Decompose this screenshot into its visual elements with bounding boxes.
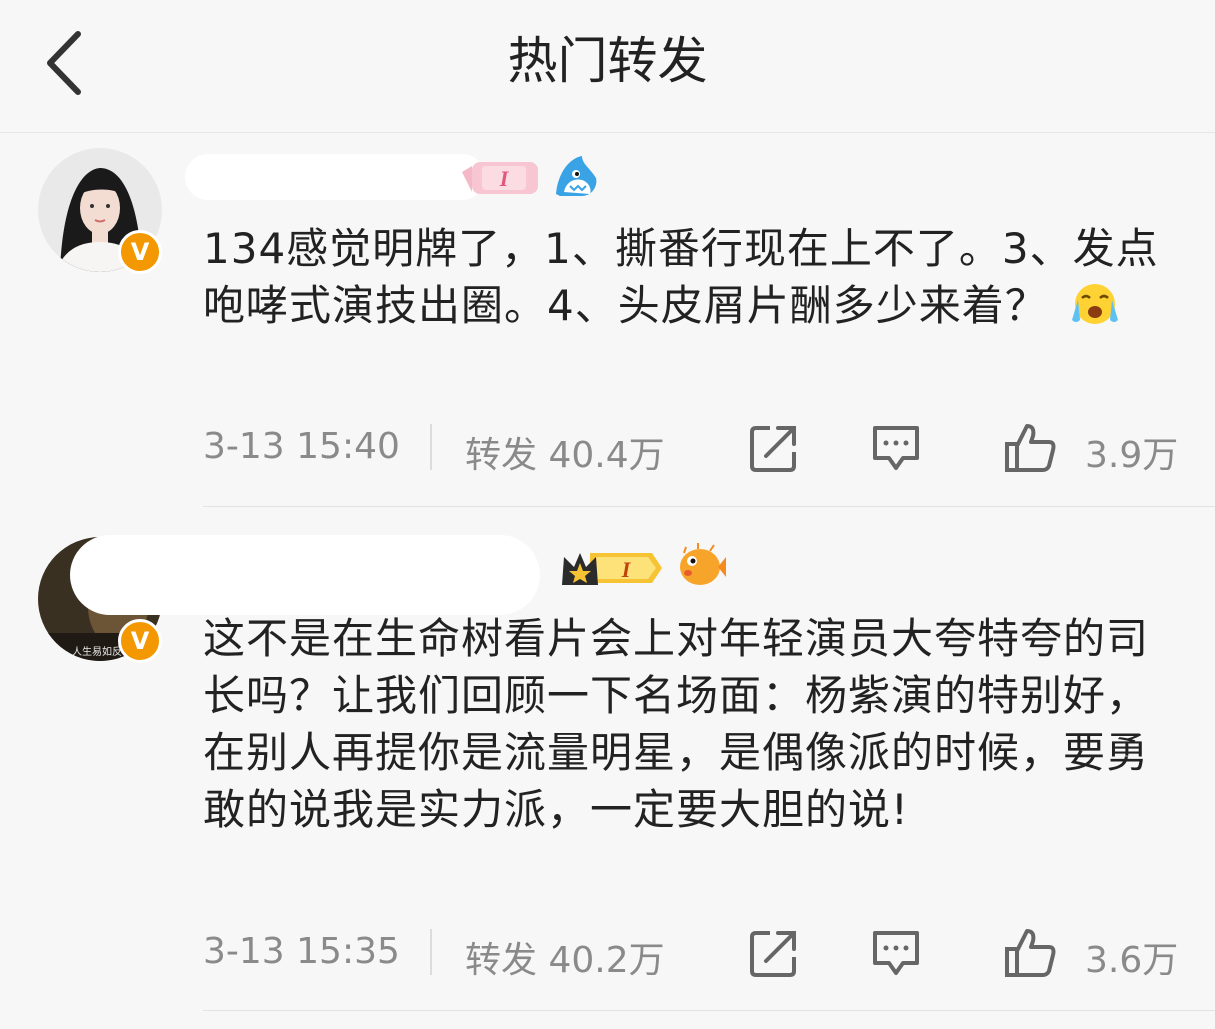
pufferfish-fan-badge-icon	[680, 543, 726, 585]
post-meta-bar: 3-13 15:40 转发 40.4万 3.9万	[203, 418, 1188, 478]
comment-button[interactable]	[869, 927, 923, 979]
repost-count[interactable]: 转发 40.2万	[465, 931, 665, 983]
verified-badge: V	[118, 230, 162, 274]
share-icon	[750, 931, 796, 977]
post-text: 134感觉明牌了，1、撕番行现在上不了。3、发点咆哮式演技出圈。4、头皮屑片酬多…	[203, 224, 1159, 330]
crying-emoji-icon	[1066, 280, 1124, 340]
repost-item: V I 134感觉明牌了，1、撕番行现在上不了。3、发点咆哮式演技出圈。4、头皮…	[0, 132, 1215, 507]
repost-item: 人生易如反 V I 这不是在生命树看片会上对年轻演员大夸特夸的司长吗？让我们回顾…	[0, 507, 1215, 1029]
comment-icon	[873, 931, 919, 975]
share-icon	[750, 426, 796, 472]
avatar-caption: 人生易如反	[72, 645, 122, 658]
thumbs-up-icon	[1005, 424, 1056, 472]
post-content: 134感觉明牌了，1、撕番行现在上不了。3、发点咆哮式演技出圈。4、头皮屑片酬多…	[203, 220, 1178, 340]
like-count: 3.9万	[1085, 435, 1179, 476]
username-redacted[interactable]	[70, 535, 540, 615]
page-title: 热门转发	[507, 32, 708, 90]
like-button[interactable]	[1003, 420, 1059, 476]
divider	[430, 929, 432, 975]
member-level-badge-icon: I	[462, 162, 538, 194]
share-button[interactable]	[748, 422, 800, 474]
thumbs-up-icon	[1005, 929, 1056, 977]
shark-fan-badge-icon	[556, 156, 597, 196]
repost-count[interactable]: 转发 40.4万	[465, 426, 665, 478]
divider	[430, 424, 432, 470]
post-divider	[203, 1010, 1215, 1011]
verified-badge: V	[118, 619, 162, 663]
post-meta-bar: 3-13 15:35 转发 40.2万 3.6万	[203, 923, 1188, 983]
username-redacted[interactable]	[185, 154, 485, 200]
comment-button[interactable]	[869, 422, 923, 474]
top-bar: 热门转发	[0, 0, 1215, 133]
post-content: 这不是在生命树看片会上对年轻演员大夸特夸的司长吗？让我们回顾一下名场面：杨紫演的…	[203, 614, 1150, 834]
comment-icon	[873, 426, 919, 470]
svg-text:I: I	[621, 557, 632, 582]
share-button[interactable]	[748, 927, 800, 979]
vip-crown-badge-icon: I	[562, 553, 662, 585]
post-time: 3-13 15:35	[203, 931, 400, 972]
svg-text:I: I	[499, 166, 510, 191]
post-time: 3-13 15:40	[203, 426, 400, 467]
like-count: 3.6万	[1085, 940, 1179, 981]
like-button[interactable]	[1003, 925, 1059, 981]
